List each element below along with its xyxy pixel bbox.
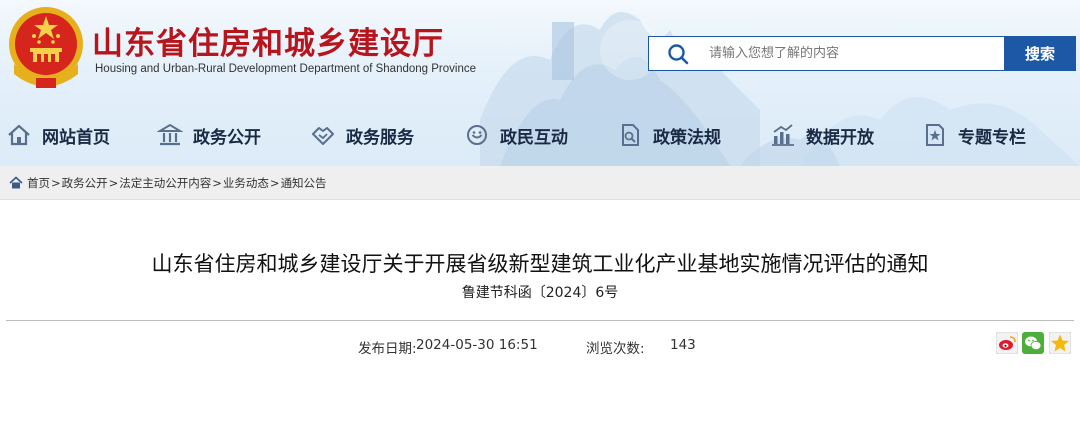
handshake-icon — [312, 127, 334, 145]
nav-label-special-topics: 专题专栏 — [958, 127, 1026, 148]
star-page-icon — [926, 124, 944, 146]
weibo-icon[interactable] — [996, 332, 1018, 354]
search-icon — [668, 44, 689, 65]
search-button[interactable]: 搜索 — [1004, 36, 1076, 71]
qzone-icon[interactable] — [1049, 332, 1071, 354]
nav-label-open-data: 数据开放 — [806, 127, 874, 148]
nav-label-home: 网站首页 — [42, 127, 110, 148]
article-title: 山东省住房和城乡建设厅关于开展省级新型建筑工业化产业基地实施情况评估的通知 — [151, 252, 929, 276]
document-number: 鲁建节科函〔2024〕6号 — [461, 285, 619, 301]
breadcrumb-home-icon — [9, 175, 23, 188]
publish-date: 2024-05-30 16:51 — [416, 337, 538, 353]
nav-label-gov-services: 政务服务 — [346, 127, 414, 148]
breadcrumb-item-home[interactable]: 首页 — [27, 175, 50, 191]
search-box — [648, 36, 1004, 71]
nav-label-public-interaction: 政民互动 — [500, 127, 568, 148]
bar-chart-icon — [772, 124, 794, 146]
interaction-icon — [467, 125, 487, 145]
site-title: 山东省住房和城乡建设厅 — [92, 26, 444, 62]
national-emblem-logo — [9, 7, 83, 88]
breadcrumb: 首页 > 政务公开 > 法定主动公开内容 > 业务动态 > 通知公告 — [0, 166, 1080, 200]
views-count: 143 — [670, 337, 696, 353]
main-nav: 网站首页 政务公开 政务服务 政民互动 政策法规 数据开放 专题专栏 — [0, 112, 1080, 158]
search-input[interactable] — [709, 37, 999, 70]
breadcrumb-separator: > — [51, 175, 61, 190]
site-subtitle: Housing and Urban-Rural Development Depa… — [95, 63, 476, 75]
site-header: 山东省住房和城乡建设厅 Housing and Urban-Rural Deve… — [0, 0, 1080, 166]
nav-item-open-data[interactable]: 数据开放 — [770, 112, 874, 158]
breadcrumb-separator: > — [212, 175, 222, 190]
breadcrumb-item-gov-affairs-open[interactable]: 政务公开 — [62, 175, 108, 191]
breadcrumb-item-business-news[interactable]: 业务动态 — [223, 175, 269, 191]
nav-label-gov-affairs-open: 政务公开 — [193, 127, 261, 148]
nav-item-gov-services[interactable]: 政务服务 — [310, 112, 414, 158]
nav-item-policies-regulations[interactable]: 政策法规 — [617, 112, 721, 158]
breadcrumb-separator: > — [269, 175, 280, 190]
breadcrumb-separator: > — [108, 175, 119, 190]
government-building-icon — [157, 123, 183, 146]
document-icon — [622, 124, 639, 146]
title-divider — [6, 320, 1074, 321]
breadcrumb-item-statutory-disclosure[interactable]: 法定主动公开内容 — [119, 175, 211, 191]
nav-item-home[interactable]: 网站首页 — [6, 112, 110, 158]
nav-item-special-topics[interactable]: 专题专栏 — [922, 112, 1026, 158]
nav-item-public-interaction[interactable]: 政民互动 — [464, 112, 568, 158]
home-icon — [8, 124, 30, 146]
breadcrumb-item-notices[interactable]: 通知公告 — [281, 175, 327, 191]
views-label: 浏览次数: — [586, 341, 645, 357]
nav-item-gov-affairs-open[interactable]: 政务公开 — [157, 112, 261, 158]
publish-date-label: 发布日期: — [358, 341, 417, 357]
wechat-icon[interactable] — [1022, 332, 1044, 354]
nav-label-policies-regulations: 政策法规 — [653, 127, 721, 148]
